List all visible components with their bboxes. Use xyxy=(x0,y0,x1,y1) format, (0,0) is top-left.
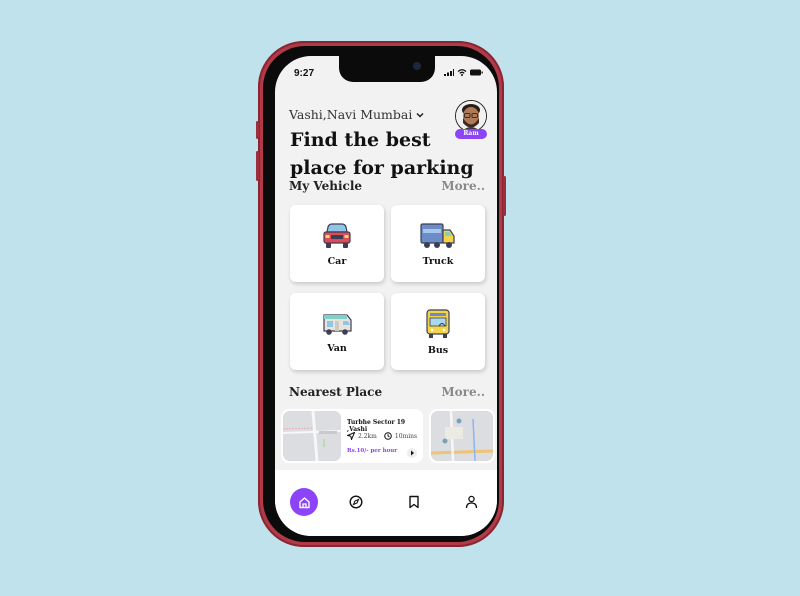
camera xyxy=(413,62,421,70)
vehicle-tile-van[interactable]: Van xyxy=(290,293,384,370)
notch xyxy=(339,56,435,82)
status-time: 9:27 xyxy=(294,68,315,79)
bottom-nav xyxy=(275,470,497,536)
section-title: Nearest Place xyxy=(289,385,383,399)
bookmark-icon xyxy=(409,495,419,509)
chevron-right-icon xyxy=(410,450,414,456)
title-line-2: place for parking xyxy=(290,157,474,179)
place-name: Turbhe Sector 19 ,Vashi xyxy=(347,419,406,433)
navigation-arrow-icon xyxy=(347,432,355,440)
signal-icon xyxy=(444,69,454,76)
nearest-place-header: Nearest Place More.. xyxy=(289,385,485,399)
section-title: My Vehicle xyxy=(289,179,363,193)
side-button xyxy=(256,121,259,139)
nav-explore[interactable] xyxy=(342,488,370,516)
truck-icon xyxy=(420,222,455,248)
car-icon xyxy=(323,222,351,248)
vehicle-tile-bus[interactable]: Bus xyxy=(391,293,485,370)
vehicle-label: Van xyxy=(327,342,347,354)
vehicles-more-link[interactable]: More.. xyxy=(441,179,485,193)
nav-home[interactable] xyxy=(290,488,318,516)
vehicle-label: Bus xyxy=(427,344,449,356)
app-screen: 9:27 Vashi,Navi Mumbai Ram Find the best… xyxy=(275,56,497,536)
place-meta: 2.2km 10mins xyxy=(347,432,417,440)
place-card[interactable]: Turbhe Sector 19 ,Vashi 2.2km 10mins Rs.… xyxy=(281,409,423,463)
van-icon xyxy=(323,313,352,335)
phone-frame: 9:27 Vashi,Navi Mumbai Ram Find the best… xyxy=(256,41,506,547)
map-thumbnail xyxy=(431,411,493,461)
chevron-down-icon xyxy=(416,112,424,118)
user-icon xyxy=(465,495,477,509)
side-button xyxy=(256,151,259,181)
battery-icon xyxy=(470,69,483,76)
place-distance: 2.2km xyxy=(358,432,377,440)
nav-saved[interactable] xyxy=(400,488,428,516)
clock-icon xyxy=(384,432,392,440)
nearest-more-link[interactable]: More.. xyxy=(441,385,485,399)
vehicle-tile-truck[interactable]: Truck xyxy=(391,205,485,282)
vehicle-tile-car[interactable]: Car xyxy=(290,205,384,282)
bus-icon xyxy=(426,308,450,338)
side-button xyxy=(503,176,506,216)
status-icons xyxy=(444,69,483,76)
location-label: Vashi,Navi Mumbai xyxy=(289,107,413,122)
place-time: 10mins xyxy=(394,432,418,440)
location-selector[interactable]: Vashi,Navi Mumbai xyxy=(289,107,424,122)
place-card[interactable] xyxy=(429,409,495,463)
map-image xyxy=(431,411,493,461)
title-line-1: Find the best xyxy=(290,129,431,151)
wifi-icon xyxy=(457,69,467,76)
vehicle-label: Car xyxy=(327,255,347,267)
nav-profile[interactable] xyxy=(457,488,485,516)
map-thumbnail xyxy=(283,411,341,461)
place-price: Rs.10/- per hour xyxy=(347,448,398,454)
map-image xyxy=(283,411,341,461)
compass-icon xyxy=(349,495,363,509)
home-icon xyxy=(298,496,310,508)
vehicle-label: Truck xyxy=(422,255,454,267)
my-vehicle-header: My Vehicle More.. xyxy=(289,179,485,193)
page-title: Find the best place for parking xyxy=(290,126,474,182)
phone-bezel: 9:27 Vashi,Navi Mumbai Ram Find the best… xyxy=(263,46,499,542)
place-go-button[interactable] xyxy=(407,448,417,458)
